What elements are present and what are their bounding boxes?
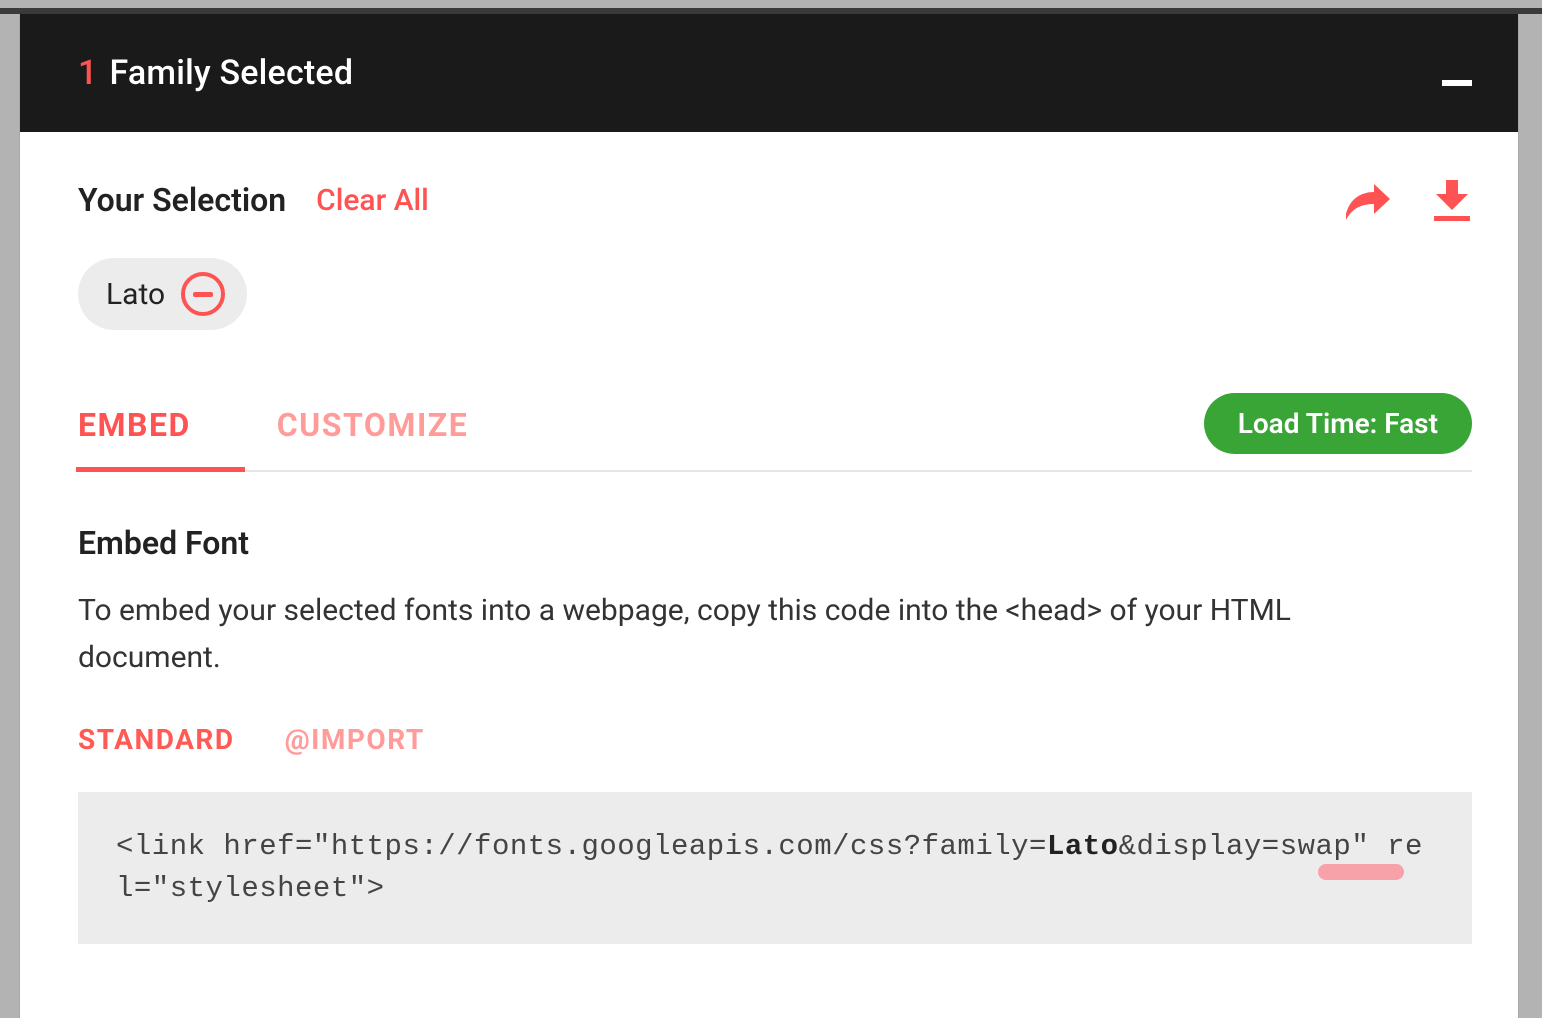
minimize-icon[interactable] — [1442, 80, 1472, 86]
chips-row: Lato — [78, 258, 1472, 330]
share-icon[interactable] — [1344, 184, 1390, 222]
embed-code-block[interactable]: <link href="https://fonts.googleapis.com… — [78, 792, 1472, 944]
load-time-badge: Load Time: Fast — [1204, 393, 1472, 454]
action-icons — [1344, 178, 1472, 222]
your-selection-label: Your Selection — [78, 181, 286, 219]
embed-description: To embed your selected fonts into a webp… — [78, 588, 1378, 681]
subtab-import[interactable]: @IMPORT — [285, 723, 425, 756]
font-chip: Lato — [78, 258, 247, 330]
drawer-title-text: Family Selected — [110, 53, 354, 93]
code-family: Lato — [1047, 830, 1119, 863]
highlight-annotation — [1318, 864, 1404, 880]
code-pre: <link href="https://fonts.googleapis.com… — [116, 830, 1047, 863]
download-icon[interactable] — [1432, 178, 1472, 222]
font-drawer-panel: 1 Family Selected Your Selection Clear Al… — [20, 14, 1518, 1018]
tab-embed[interactable]: EMBED — [78, 392, 191, 470]
font-chip-label: Lato — [106, 277, 165, 312]
minus-icon — [193, 292, 213, 297]
embed-subtabs: STANDARD @IMPORT — [78, 723, 1472, 756]
drawer-title: 1 Family Selected — [78, 53, 353, 93]
tabs-row: EMBED CUSTOMIZE Load Time: Fast — [78, 392, 1472, 472]
tab-customize[interactable]: CUSTOMIZE — [277, 392, 468, 470]
embed-font-title: Embed Font — [78, 524, 1472, 562]
selected-count: 1 — [78, 53, 98, 93]
clear-all-button[interactable]: Clear All — [316, 183, 429, 218]
drawer-content: Your Selection Clear All Lato EMBED CUST… — [20, 132, 1518, 944]
drawer-header: 1 Family Selected — [20, 14, 1518, 132]
subtab-standard[interactable]: STANDARD — [78, 723, 235, 756]
embed-section: Embed Font To embed your selected fonts … — [78, 524, 1472, 944]
selection-row: Your Selection Clear All — [78, 178, 1472, 222]
remove-chip-icon[interactable] — [181, 272, 225, 316]
